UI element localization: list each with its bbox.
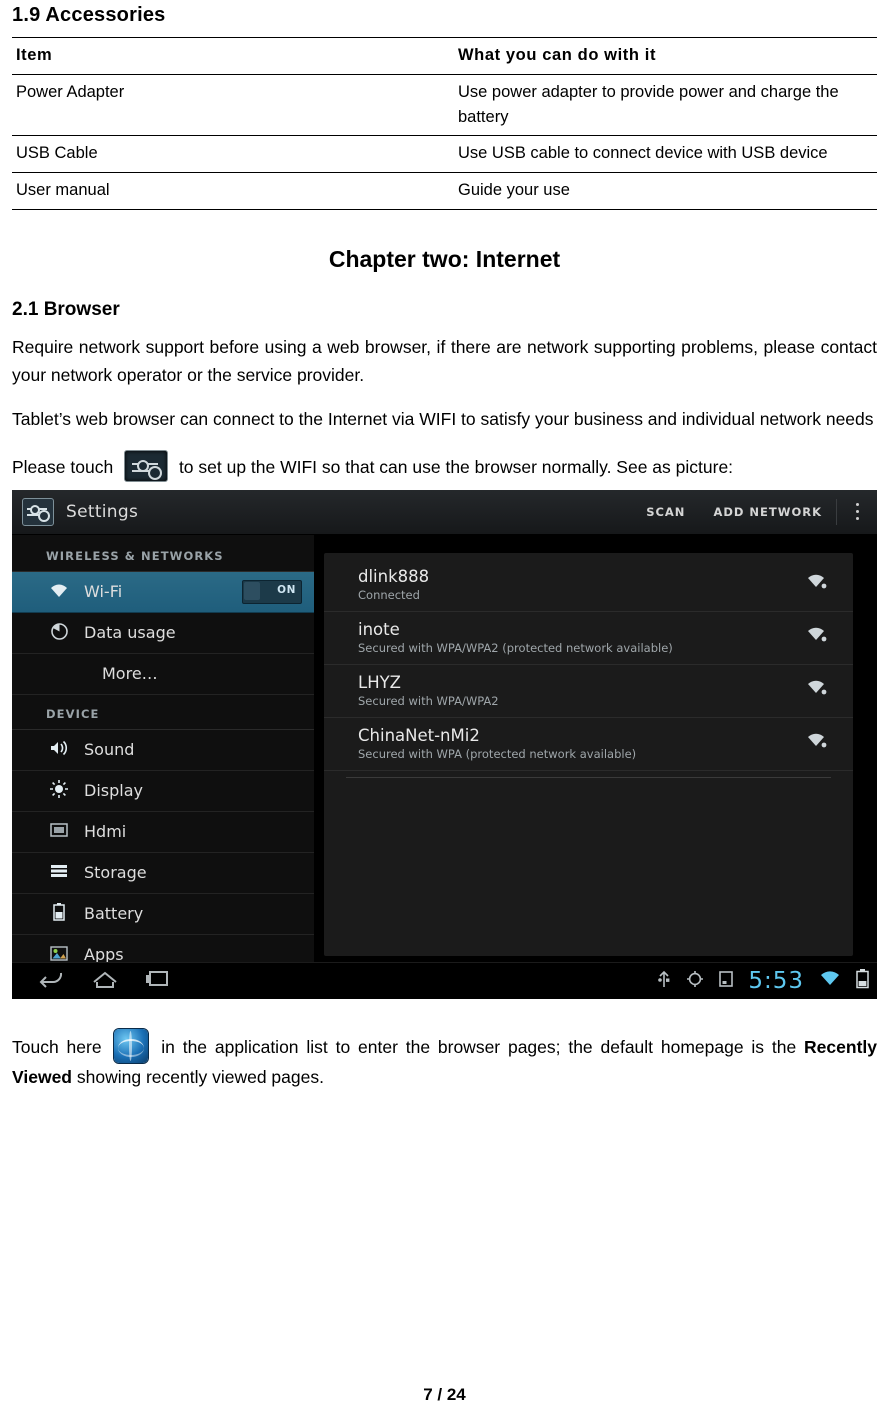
wifi-signal-icon xyxy=(805,573,827,589)
paragraph-wifi-needs: Tablet’s web browser can connect to the … xyxy=(12,409,874,430)
wifi-signal-icon xyxy=(805,732,827,748)
wifi-signal-icon xyxy=(805,626,827,642)
paragraph-text-before: Touch here xyxy=(12,1036,102,1057)
system-navigation-bar: 5:53 xyxy=(12,961,877,999)
wifi-ssid: ChinaNet-nMi2 xyxy=(358,725,480,745)
data-usage-icon xyxy=(46,622,72,643)
wifi-status: Secured with WPA (protected network avai… xyxy=(358,746,637,761)
wifi-list: dlink888 Connected inote Secured with WP… xyxy=(324,552,853,956)
sidebar-item-label: Display xyxy=(84,781,143,801)
display-icon xyxy=(46,780,72,801)
accessories-table: Item What you can do with it Power Adapt… xyxy=(12,37,877,210)
android-debug-icon xyxy=(686,970,704,992)
add-network-button[interactable]: ADD NETWORK xyxy=(699,505,836,519)
sidebar-item-storage[interactable]: Storage xyxy=(12,853,314,894)
sidebar-item-hdmi[interactable]: Hdmi xyxy=(12,812,314,853)
wifi-ssid: LHYZ xyxy=(358,672,401,692)
overflow-menu-icon[interactable] xyxy=(837,501,877,522)
table-cell-description: Use USB cable to connect device with USB… xyxy=(454,135,877,173)
settings-icon xyxy=(124,449,169,482)
wifi-icon xyxy=(46,583,72,601)
titlebar-actions: SCAN ADD NETWORK xyxy=(632,490,877,534)
screenshot-titlebar: Settings SCAN ADD NETWORK xyxy=(12,489,877,535)
table-row: User manual Guide your use xyxy=(12,172,877,210)
sidebar-group-device: DEVICE xyxy=(12,695,314,730)
clock: 5:53 xyxy=(748,968,804,995)
status-icons: 5:53 xyxy=(656,968,869,994)
sidebar-item-label: Storage xyxy=(84,863,147,883)
home-icon[interactable] xyxy=(90,969,120,993)
table-header-description: What you can do with it xyxy=(454,37,877,75)
sidebar-item-display[interactable]: Display xyxy=(12,771,314,812)
list-item[interactable]: inote Secured with WPA/WPA2 (protected n… xyxy=(324,612,853,665)
sidebar-group-wireless: WIRELESS & NETWORKS xyxy=(12,537,314,572)
wifi-signal-icon xyxy=(805,679,827,695)
screenshot-icon xyxy=(718,970,734,992)
table-cell-item: Power Adapter xyxy=(12,73,454,137)
paragraph-text-after: to set up the WIFI so that can use the b… xyxy=(178,456,734,477)
paragraph-text-mid: in the application list to enter the bro… xyxy=(161,1036,797,1057)
paragraph-text-after: showing recently viewed pages. xyxy=(76,1066,324,1087)
document-page: 1.9 Accessories Item What you can do wit… xyxy=(0,0,889,1419)
sidebar-item-more[interactable]: More… xyxy=(12,654,314,695)
sidebar-item-label: Battery xyxy=(84,904,144,924)
browser-heading: 2.1 Browser xyxy=(12,298,120,320)
page-title: 1.9 Accessories xyxy=(12,4,166,26)
recents-icon[interactable] xyxy=(144,969,172,993)
storage-icon xyxy=(46,864,72,881)
table-cell-item: USB Cable xyxy=(12,135,454,173)
battery-status-icon xyxy=(856,969,869,993)
table-row: Power Adapter Use power adapter to provi… xyxy=(12,73,877,137)
wifi-ssid: dlink888 xyxy=(358,566,430,586)
wifi-ssid: inote xyxy=(358,619,400,639)
toggle-knob xyxy=(244,581,260,600)
wifi-network-panel: dlink888 Connected inote Secured with WP… xyxy=(314,534,877,962)
table-cell-description: Use power adapter to provide power and c… xyxy=(454,73,877,137)
sidebar-item-battery[interactable]: Battery xyxy=(12,894,314,935)
paragraph-touch-settings: Please touch to set up the WIFI so that … xyxy=(12,449,877,482)
list-divider xyxy=(346,776,831,778)
sidebar-item-label: More… xyxy=(102,664,158,684)
usb-icon xyxy=(656,970,672,992)
sidebar-item-label: Sound xyxy=(84,740,135,760)
paragraph-network-support: Require network support before using a w… xyxy=(12,336,877,386)
wifi-toggle[interactable]: ON xyxy=(242,579,302,604)
sidebar-item-sound[interactable]: Sound xyxy=(12,730,314,771)
settings-app-icon xyxy=(22,497,54,526)
screenshot-app-title: Settings xyxy=(66,501,139,522)
sidebar-item-label: Wi-Fi xyxy=(84,582,123,602)
screenshot-body: WIRELESS & NETWORKS Wi-Fi ON Data usage … xyxy=(12,534,877,976)
sidebar-item-wifi[interactable]: Wi-Fi ON xyxy=(12,571,314,613)
list-item[interactable]: ChinaNet-nMi2 Secured with WPA (protecte… xyxy=(324,718,853,771)
table-row: USB Cable Use USB cable to connect devic… xyxy=(12,135,877,173)
list-item[interactable]: LHYZ Secured with WPA/WPA2 xyxy=(324,665,853,718)
wifi-status: Secured with WPA/WPA2 xyxy=(358,693,499,708)
scan-button[interactable]: SCAN xyxy=(632,505,699,519)
sound-icon xyxy=(46,740,72,759)
paragraph-text-before: Please touch xyxy=(12,456,114,477)
paragraph-touch-browser: Touch here in the application list to en… xyxy=(12,1028,877,1091)
page-number: 7 / 24 xyxy=(423,1385,466,1404)
hdmi-icon xyxy=(46,823,72,840)
sidebar-item-data-usage[interactable]: Data usage xyxy=(12,613,314,654)
settings-sidebar: WIRELESS & NETWORKS Wi-Fi ON Data usage … xyxy=(12,534,314,976)
table-header-row: Item What you can do with it xyxy=(12,37,877,75)
list-item[interactable]: dlink888 Connected xyxy=(324,559,853,612)
table-cell-item: User manual xyxy=(12,172,454,210)
battery-icon xyxy=(46,903,72,924)
sidebar-item-label: Data usage xyxy=(84,623,176,643)
table-cell-description: Guide your use xyxy=(454,172,877,210)
android-settings-screenshot: Settings SCAN ADD NETWORK WIRELESS & NET… xyxy=(12,489,877,999)
wifi-status-icon xyxy=(818,970,842,992)
table-header-item: Item xyxy=(12,37,454,75)
toggle-state-label: ON xyxy=(277,583,296,596)
browser-icon xyxy=(114,1028,149,1063)
wifi-status: Connected xyxy=(358,587,420,602)
back-icon[interactable] xyxy=(36,969,66,993)
chapter-title: Chapter two: Internet xyxy=(328,245,561,272)
wifi-status: Secured with WPA/WPA2 (protected network… xyxy=(358,640,673,655)
sidebar-item-label: Hdmi xyxy=(84,822,127,842)
